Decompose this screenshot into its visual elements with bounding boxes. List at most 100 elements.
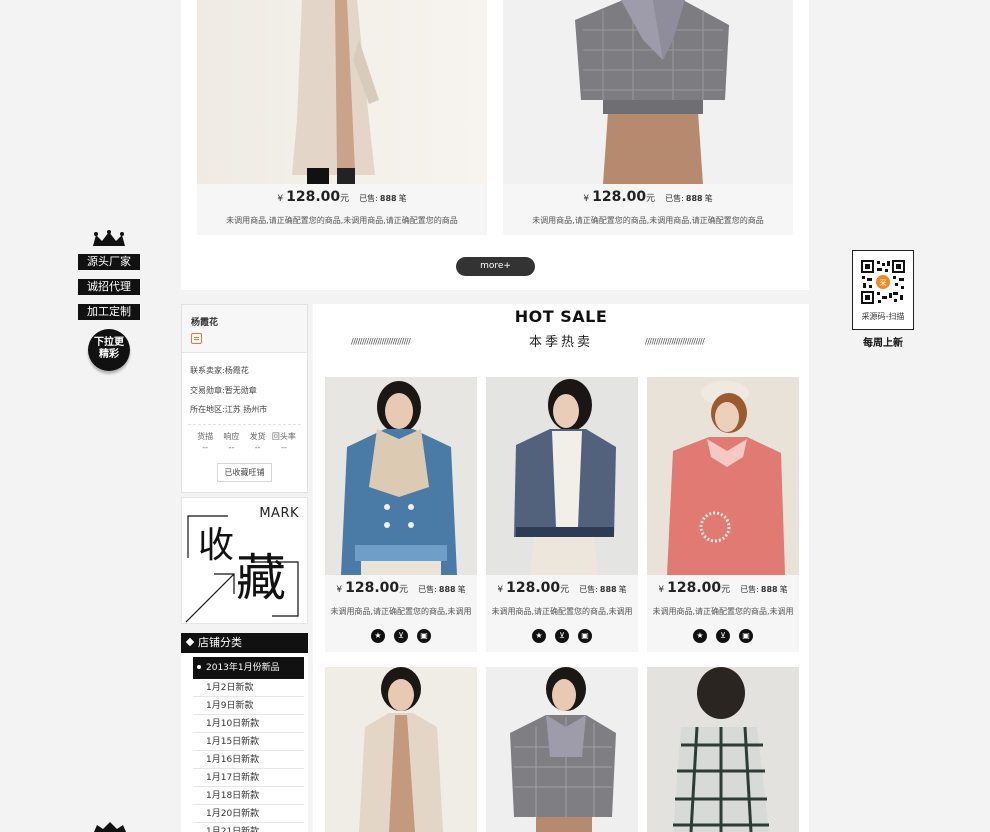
seller-details: 联系卖家:杨霞花 交易勋章:暂无勋章 所在地区:江苏 扬州市 bbox=[182, 353, 307, 420]
crown-icon bbox=[93, 230, 125, 246]
product-description[interactable]: 未调用商品,请正确配置您的商品,未调用 bbox=[486, 601, 638, 625]
product-card[interactable]: ¥128.00元 已售: 888 笔 未调用商品,请正确配置您的商品,未调用商品,请正… bbox=[503, 0, 793, 235]
product-card[interactable]: ¥128.00元 已售: 888 笔 未调用商品,请正确配置您的商品,未调用 ★ ⊻ … bbox=[647, 377, 799, 652]
seller-header: 杨霞花 bbox=[182, 305, 307, 353]
seller-badge-icon[interactable] bbox=[191, 333, 202, 344]
cart-icon[interactable]: ⊻ bbox=[555, 629, 569, 643]
qr-label: 采源码-扫描 bbox=[861, 312, 905, 321]
decor-slashes-right: /////////////////////////// bbox=[645, 337, 705, 346]
pull-more-button[interactable]: 下拉更 精彩 bbox=[88, 329, 130, 371]
price-unit: 元 bbox=[646, 194, 656, 204]
currency-symbol: ¥ bbox=[658, 585, 665, 595]
product-image-coat[interactable] bbox=[197, 0, 487, 184]
category-title: 店铺分类 bbox=[198, 636, 242, 649]
star-icon[interactable]: ★ bbox=[371, 629, 385, 643]
currency-symbol: ¥ bbox=[277, 194, 284, 204]
stat-value: -- bbox=[202, 442, 209, 452]
hot-sale-title: HOT SALE bbox=[514, 307, 608, 326]
mark-word: MARK bbox=[259, 506, 299, 521]
image-icon[interactable]: ▣ bbox=[578, 629, 592, 643]
star-icon[interactable]: ★ bbox=[693, 629, 707, 643]
product-card[interactable]: ¥128.00元 已售: 888 笔 未调用商品,请正确配置您的商品,未调用商品,请正… bbox=[197, 0, 487, 235]
product-card[interactable] bbox=[647, 667, 799, 832]
hot-sale-section: HOT SALE 本季热卖 //////////////////////////… bbox=[313, 304, 809, 832]
stat-label: 回头率 bbox=[271, 431, 296, 441]
crown-icon bbox=[94, 822, 126, 832]
product-card[interactable]: ¥128.00元 已售: 888 笔 未调用商品,请正确配置您的商品,未调用 ★ ⊻ … bbox=[325, 377, 477, 652]
qr-code-box[interactable]: 采 采源码-扫描 bbox=[852, 250, 914, 330]
product-image-blue-coat[interactable] bbox=[325, 377, 477, 575]
category-item[interactable]: 1月16日新款 bbox=[193, 751, 304, 769]
product-actions: ★ ⊻ ▣ bbox=[325, 625, 477, 649]
price-unit: 元 bbox=[560, 585, 570, 595]
seller-location: 所在地区:江苏 扬州市 bbox=[190, 405, 268, 414]
product-price: 128.00 bbox=[506, 580, 561, 596]
product-description[interactable]: 未调用商品,请正确配置您的商品,未调用 bbox=[647, 601, 799, 625]
pull-more-line2: 精彩 bbox=[99, 349, 119, 360]
product-image-jacket[interactable] bbox=[503, 0, 793, 184]
favorite-shop-button[interactable]: 已收藏旺铺 bbox=[217, 462, 272, 482]
sold-label: 已售: bbox=[740, 585, 759, 594]
product-image-denim-jacket[interactable] bbox=[486, 377, 638, 575]
sold-label: 已售: bbox=[359, 194, 378, 203]
product-card[interactable]: ¥128.00元 已售: 888 笔 未调用商品,请正确配置您的商品,未调用 ★ ⊻ … bbox=[486, 377, 638, 652]
category-item[interactable]: 1月15日新款 bbox=[193, 733, 304, 751]
product-description[interactable]: 未调用商品,请正确配置您的商品,未调用 bbox=[325, 601, 477, 625]
nav-recruit-agent-button[interactable]: 诚招代理 bbox=[78, 279, 140, 295]
seller-name[interactable]: 杨霞花 bbox=[191, 315, 307, 328]
svg-text:采: 采 bbox=[880, 278, 887, 287]
pull-more-line1: 下拉更 bbox=[94, 337, 124, 348]
sold-unit: 笔 bbox=[457, 585, 466, 594]
product-actions: ★ ⊻ ▣ bbox=[647, 625, 799, 649]
category-item[interactable]: 1月9日新款 bbox=[193, 697, 304, 715]
price-row: ¥128.00元 已售: 888 笔 bbox=[647, 575, 799, 601]
product-image-check-coat[interactable] bbox=[647, 667, 799, 832]
stat-return-rate: 回头率 -- bbox=[271, 431, 297, 453]
category-item[interactable]: 1月17日新款 bbox=[193, 769, 304, 787]
price-row: ¥128.00元 已售: 888 笔 bbox=[325, 575, 477, 601]
more-button[interactable]: more+ bbox=[456, 257, 535, 276]
diamond-icon bbox=[185, 637, 195, 647]
category-item[interactable]: 1月2日新款 bbox=[193, 679, 304, 697]
sold-unit: 笔 bbox=[704, 194, 713, 203]
category-item-active[interactable]: 2013年1月份新品 bbox=[193, 657, 304, 679]
product-description[interactable]: 未调用商品,请正确配置您的商品,未调用商品,请正确配置您的商品 bbox=[197, 210, 487, 234]
category-header: 店铺分类 bbox=[181, 633, 308, 653]
sold-count: 888 bbox=[760, 585, 778, 594]
category-label: 2013年1月份新品 bbox=[206, 663, 280, 673]
qr-caption: 每周上新 bbox=[863, 338, 903, 349]
product-image-camel-coat[interactable] bbox=[325, 667, 477, 832]
product-description[interactable]: 未调用商品,请正确配置您的商品,未调用商品,请正确配置您的商品 bbox=[503, 210, 793, 234]
seller-info-box: 杨霞花 联系卖家:杨霞花 交易勋章:暂无勋章 所在地区:江苏 扬州市 货描 -- … bbox=[181, 304, 308, 493]
currency-symbol: ¥ bbox=[583, 194, 590, 204]
category-item[interactable]: 1月10日新款 bbox=[193, 715, 304, 733]
category-item[interactable]: 1月20日新款 bbox=[193, 805, 304, 823]
star-icon[interactable]: ★ bbox=[532, 629, 546, 643]
stat-label: 货描 bbox=[197, 431, 214, 441]
sold-unit: 笔 bbox=[779, 585, 788, 594]
price-row: ¥128.00元 已售: 888 笔 bbox=[486, 575, 638, 601]
product-price: 128.00 bbox=[592, 189, 647, 205]
product-image-pink-coat[interactable] bbox=[647, 377, 799, 575]
sold-label: 已售: bbox=[579, 585, 598, 594]
bookmark-banner[interactable]: MARK 收 藏 bbox=[181, 497, 308, 624]
cart-icon[interactable]: ⊻ bbox=[394, 629, 408, 643]
sold-unit: 笔 bbox=[398, 194, 407, 203]
nav-source-factory-button[interactable]: 源头厂家 bbox=[78, 254, 140, 270]
sold-label: 已售: bbox=[418, 585, 437, 594]
product-card[interactable] bbox=[486, 667, 638, 832]
seller-contact[interactable]: 联系卖家:杨霞花 bbox=[190, 361, 307, 381]
stat-label: 响应 bbox=[223, 431, 240, 441]
price-row: ¥128.00元 已售: 888 笔 bbox=[197, 184, 487, 210]
mark-shou-char: 收 bbox=[198, 525, 235, 566]
image-icon[interactable]: ▣ bbox=[739, 629, 753, 643]
category-item[interactable]: 1月21日新款 bbox=[193, 823, 304, 832]
product-actions: ★ ⊻ ▣ bbox=[486, 625, 638, 649]
product-image-plaid-jacket[interactable] bbox=[486, 667, 638, 832]
product-card[interactable] bbox=[325, 667, 477, 832]
image-icon[interactable]: ▣ bbox=[417, 629, 431, 643]
cart-icon[interactable]: ⊻ bbox=[716, 629, 730, 643]
nav-custom-processing-button[interactable]: 加工定制 bbox=[78, 304, 140, 320]
sold-count: 888 bbox=[685, 194, 703, 203]
category-item[interactable]: 1月18日新款 bbox=[193, 787, 304, 805]
